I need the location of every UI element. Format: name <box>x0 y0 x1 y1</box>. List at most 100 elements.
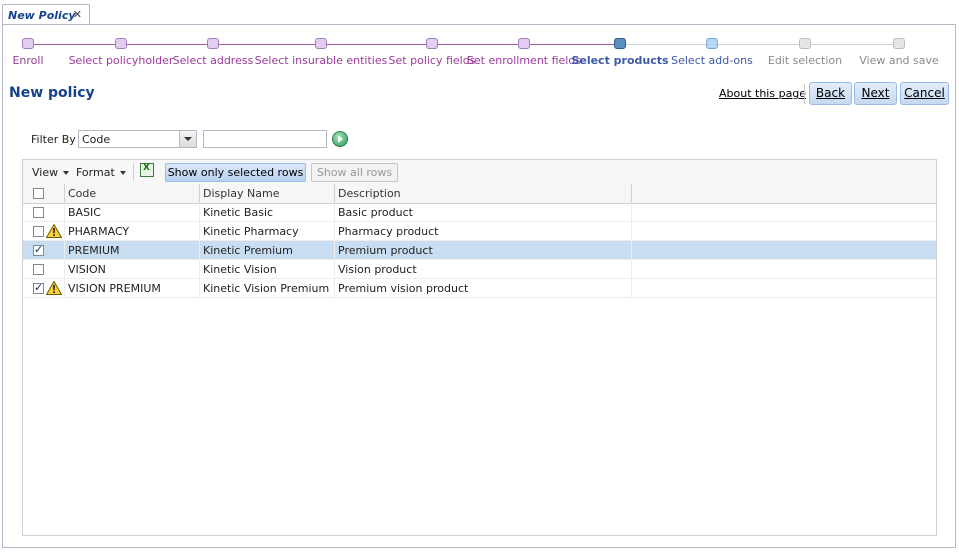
description-cell: Vision product <box>335 260 632 279</box>
next-button-label: Next <box>861 86 890 100</box>
display-name-cell: Kinetic Premium <box>200 241 335 260</box>
step-label[interactable]: Select address <box>173 54 254 67</box>
view-menu[interactable]: View <box>32 166 70 179</box>
column-header-display-name[interactable]: Display Name <box>200 184 335 203</box>
next-button[interactable]: Next <box>854 82 897 105</box>
warning-icon <box>46 281 62 295</box>
show-all-rows-button[interactable]: Show all rows <box>311 163 398 182</box>
description-cell: Premium product <box>335 241 632 260</box>
table-row[interactable]: BASIC Kinetic Basic Basic product <box>23 203 936 222</box>
row-checkbox[interactable] <box>33 226 44 237</box>
tab-strip: New Policy ✕ <box>0 0 959 25</box>
column-header-description[interactable]: Description <box>335 184 632 203</box>
filter-text-input[interactable] <box>203 130 327 148</box>
step-label[interactable]: Select insurable entities <box>255 54 388 67</box>
step-connector <box>321 44 432 45</box>
step-label[interactable]: Set enrollment fields <box>467 54 581 67</box>
cancel-button-label: Cancel <box>904 86 945 100</box>
code-cell: PHARMACY <box>65 222 200 241</box>
step-label[interactable]: Enroll <box>12 54 43 67</box>
table-row[interactable]: VISION Kinetic Vision Vision product <box>23 260 936 279</box>
row-checkbox[interactable] <box>33 281 44 294</box>
format-menu[interactable]: Format <box>76 166 126 179</box>
display-name-cell: Kinetic Pharmacy <box>200 222 335 241</box>
description-cell: Pharmacy product <box>335 222 632 241</box>
step-node-icon <box>315 38 327 49</box>
step-node-icon <box>207 38 219 49</box>
filter-field-select[interactable]: Code <box>78 130 197 148</box>
tab-new-policy[interactable]: New Policy ✕ <box>2 4 90 25</box>
row-checkbox[interactable] <box>33 264 44 275</box>
table-row[interactable]: PHARMACY Kinetic Pharmacy Pharmacy product <box>23 222 936 241</box>
column-header-code[interactable]: Code <box>65 184 200 203</box>
table-row[interactable]: PREMIUMKinetic PremiumPremium product <box>23 241 936 260</box>
wizard-steps: Enroll Select policyholder Select address S… <box>3 25 955 70</box>
step-connector <box>432 44 524 45</box>
show-only-selected-rows-button[interactable]: Show only selected rows <box>165 163 306 182</box>
excel-export-icon[interactable] <box>140 163 154 177</box>
step-label: View and save <box>859 54 939 67</box>
cancel-button[interactable]: Cancel <box>900 82 949 105</box>
code-cell: PREMIUM <box>65 241 200 260</box>
step-connector <box>213 44 321 45</box>
select-all-checkbox[interactable] <box>33 188 44 199</box>
step-node-icon <box>22 38 34 49</box>
step-connector <box>620 44 712 45</box>
caret-down-icon <box>119 171 126 175</box>
step-label[interactable]: Select products <box>571 54 668 67</box>
step-connector <box>712 44 805 45</box>
step-node-icon <box>799 38 811 49</box>
row-select-cell <box>23 222 65 241</box>
step-node-icon <box>614 38 626 49</box>
table-row[interactable]: VISION PREMIUMKinetic Vision PremiumPrem… <box>23 279 936 298</box>
format-menu-label: Format <box>76 166 115 179</box>
view-menu-label: View <box>32 166 59 179</box>
main-panel: Enroll Select policyholder Select address S… <box>2 24 956 548</box>
close-icon[interactable]: ✕ <box>73 8 82 21</box>
display-name-cell: Kinetic Vision <box>200 260 335 279</box>
row-checkbox[interactable] <box>33 207 44 218</box>
caret-down-icon <box>63 171 70 175</box>
description-cell: Basic product <box>335 203 632 222</box>
step-node-icon <box>518 38 530 49</box>
step-label[interactable]: Set policy fields <box>389 54 476 67</box>
code-cell: BASIC <box>65 203 200 222</box>
step-node-icon <box>893 38 905 49</box>
row-select-cell <box>23 241 65 260</box>
code-cell: VISION <box>65 260 200 279</box>
page-title: New policy <box>9 85 95 101</box>
filter-by-label: Filter By <box>31 133 76 146</box>
chevron-down-icon[interactable] <box>179 131 196 147</box>
row-select-cell <box>23 279 65 298</box>
step-node-icon <box>706 38 718 49</box>
back-button[interactable]: Back <box>809 82 852 105</box>
back-button-label: Back <box>815 86 846 100</box>
step-node-icon <box>426 38 438 49</box>
row-checkbox[interactable] <box>33 243 44 256</box>
step-label: Edit selection <box>767 54 843 67</box>
display-name-cell: Kinetic Vision Premium <box>200 279 335 298</box>
about-this-page-link[interactable]: About this page <box>719 87 806 100</box>
step-connector <box>524 44 620 45</box>
step-label[interactable]: Select policyholder <box>69 54 174 67</box>
code-cell: VISION PREMIUM <box>65 279 200 298</box>
description-cell: Premium vision product <box>335 279 632 298</box>
step-node-icon <box>115 38 127 49</box>
select-all-column <box>23 184 65 203</box>
toolbar-separator <box>133 163 134 181</box>
row-select-cell <box>23 203 65 222</box>
step-connector <box>121 44 213 45</box>
step-connector <box>28 44 121 45</box>
products-grid: View Format Show only selected rows Show… <box>22 159 937 536</box>
step-label[interactable]: Select add-ons <box>671 54 753 67</box>
go-arrow-icon[interactable] <box>332 131 348 147</box>
step-connector <box>805 44 899 45</box>
filter-field-value: Code <box>82 133 111 146</box>
display-name-cell: Kinetic Basic <box>200 203 335 222</box>
toolbar-divider <box>804 84 805 104</box>
grid-toolbar: View Format Show only selected rows Show… <box>23 160 936 185</box>
grid-header: Code Display Name Description <box>23 184 936 204</box>
tab-title: New Policy <box>8 9 76 22</box>
warning-icon <box>46 224 62 238</box>
row-select-cell <box>23 260 65 279</box>
